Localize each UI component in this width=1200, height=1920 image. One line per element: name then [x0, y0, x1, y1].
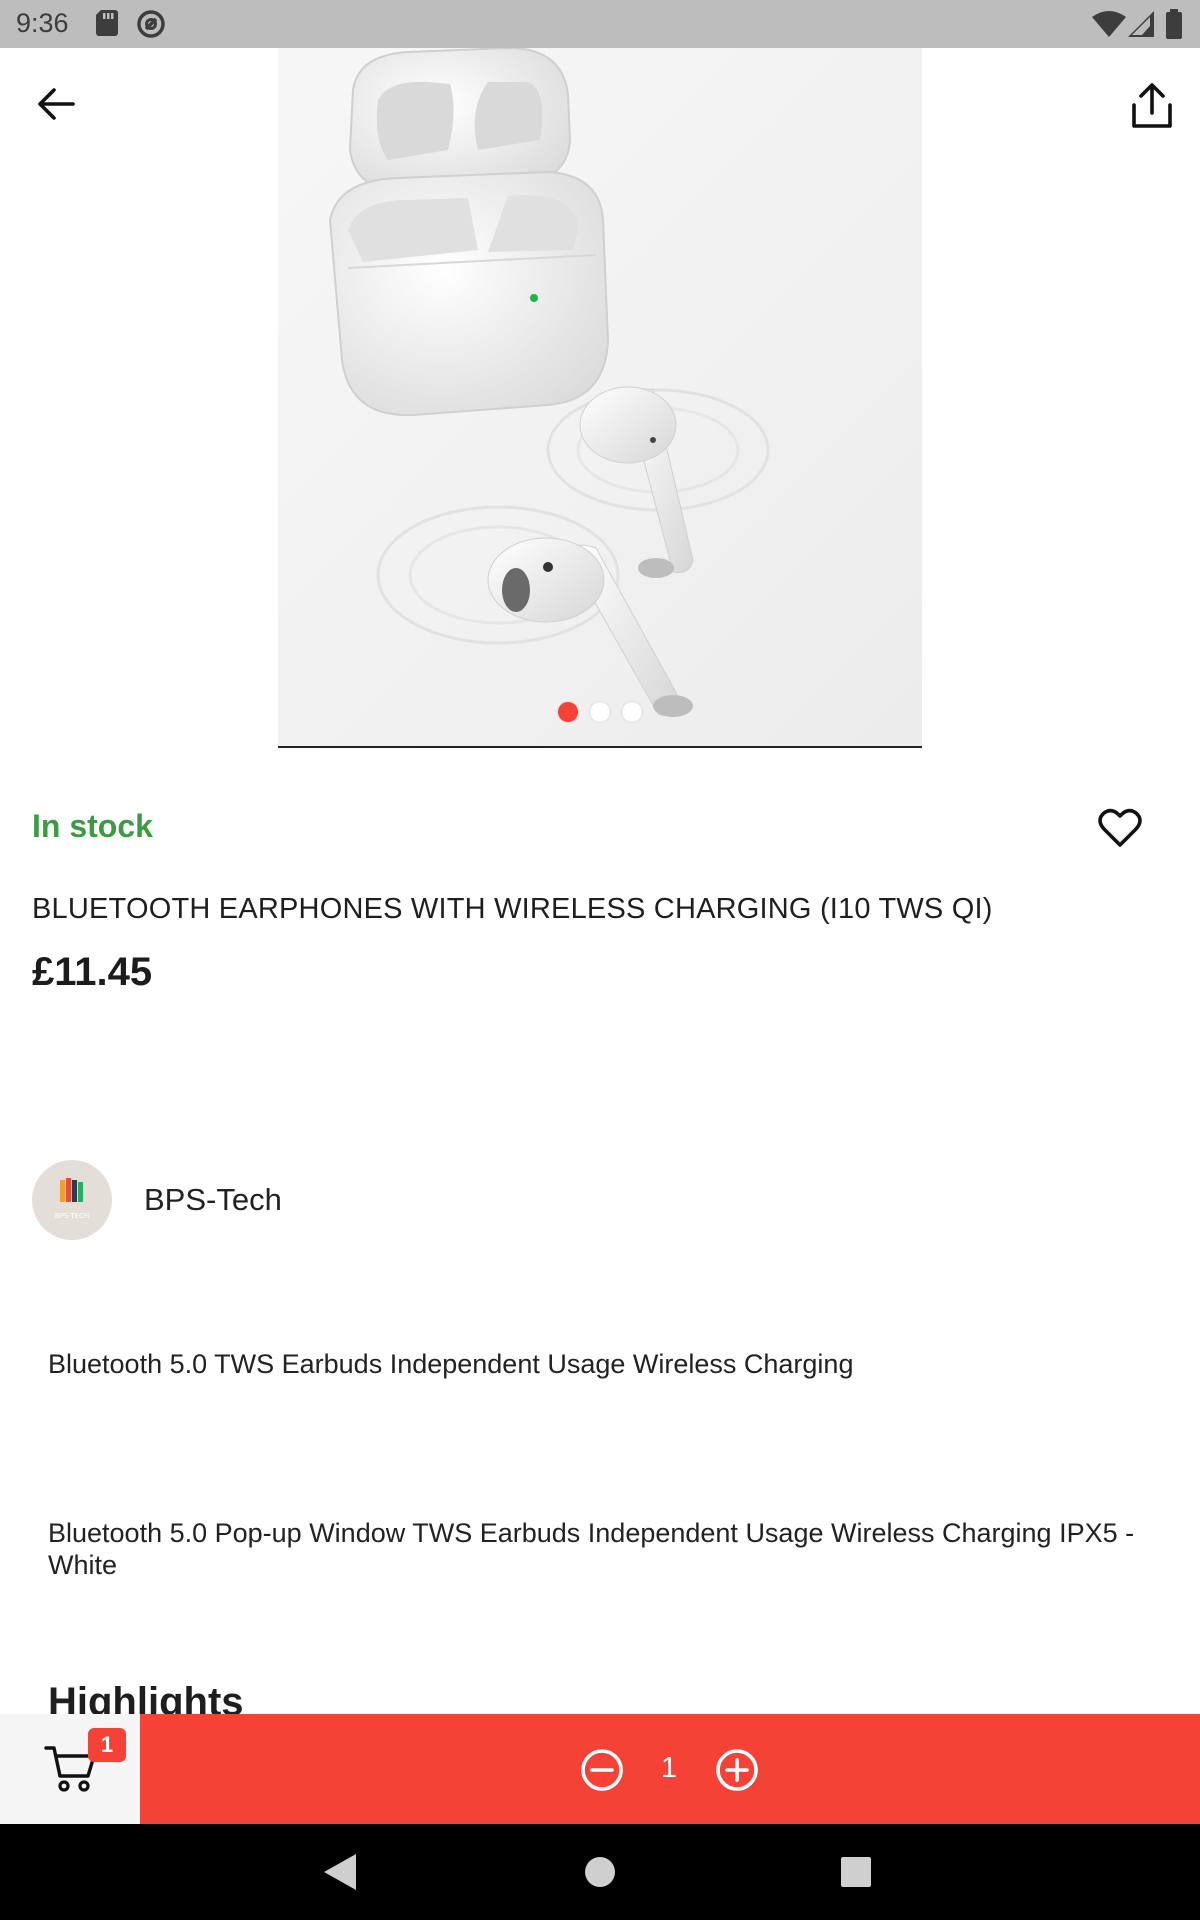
seller-logo: BPS-TECH [55, 1178, 89, 1220]
status-bar [0, 0, 1200, 48]
cart-count-badge: 1 [88, 1728, 126, 1762]
nav-recents-icon [841, 1857, 871, 1887]
product-image-carousel[interactable] [278, 0, 922, 748]
stock-status: In stock [32, 808, 153, 844]
sd-card-icon [96, 10, 118, 41]
back-button[interactable] [24, 72, 88, 136]
product-price: £11.45 [32, 950, 153, 994]
signal-icon [1128, 11, 1154, 42]
carousel-dot-3[interactable] [622, 702, 642, 722]
long-description: Bluetooth 5.0 Pop-up Window TWS Earbuds … [48, 1518, 1135, 1580]
favorite-button[interactable] [1092, 800, 1148, 856]
nav-back-button[interactable] [322, 1852, 358, 1897]
share-button[interactable] [1120, 74, 1184, 138]
status-time: 9:36 [16, 8, 69, 38]
seller-avatar[interactable]: BPS-TECH [32, 1160, 112, 1240]
arrow-left-icon [38, 88, 75, 120]
carousel-dot-1[interactable] [558, 702, 578, 722]
product-title: BLUETOOTH EARPHONES WITH WIRELESS CHARGI… [32, 893, 993, 925]
decrement-button[interactable] [578, 1746, 626, 1794]
nav-recents-button[interactable] [840, 1856, 872, 1893]
share-icon [1132, 83, 1172, 128]
quantity-value: 1 [661, 1752, 678, 1784]
heart-outline-icon [1098, 808, 1142, 847]
product-image [328, 46, 770, 717]
no-sync-icon [136, 9, 166, 44]
nav-back-icon [324, 1854, 356, 1890]
carousel-dot-2[interactable] [590, 702, 610, 722]
plus-circle-icon [716, 1749, 758, 1791]
short-description: Bluetooth 5.0 TWS Earbuds Independent Us… [48, 1349, 854, 1379]
svg-text:BPS-TECH: BPS-TECH [55, 1212, 89, 1220]
minus-circle-icon [581, 1749, 623, 1791]
nav-home-icon [585, 1857, 615, 1887]
seller-name[interactable]: BPS-Tech [144, 1182, 282, 1218]
nav-home-button[interactable] [584, 1856, 616, 1893]
increment-button[interactable] [713, 1746, 761, 1794]
wifi-icon [1092, 11, 1126, 42]
battery-icon [1166, 9, 1182, 44]
